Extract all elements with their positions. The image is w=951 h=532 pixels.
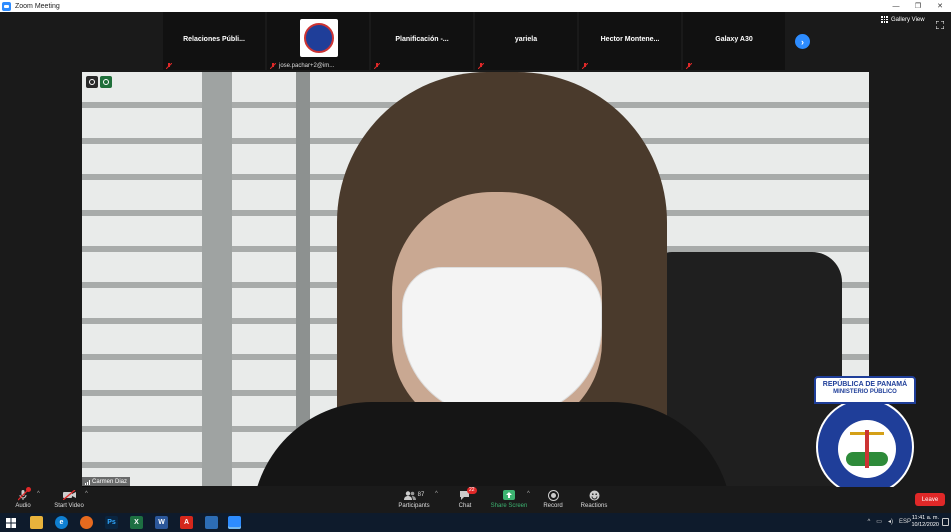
audio-button[interactable]: Audio <box>12 487 34 509</box>
participant-tile[interactable]: yariela <box>475 12 577 70</box>
close-button[interactable]: ✕ <box>929 0 951 12</box>
window-title: Zoom Meeting <box>15 2 60 10</box>
restore-button[interactable]: ❐ <box>907 0 929 12</box>
participants-icon: 87 <box>396 489 432 501</box>
zoom-icon[interactable] <box>228 516 241 529</box>
network-icon[interactable]: ▭ <box>876 518 882 525</box>
start-video-button[interactable]: Start Video <box>52 489 86 509</box>
language-indicator[interactable]: ESP <box>899 519 911 525</box>
photos-icon[interactable] <box>205 516 218 529</box>
participant-name: Hector Montene... <box>600 36 660 43</box>
participant-tile[interactable]: Galaxy A30 <box>683 12 785 70</box>
muted-mic-icon <box>12 487 34 501</box>
muted-mic-icon <box>166 63 172 69</box>
muted-mic-icon <box>270 63 276 69</box>
clock-time: 11:41 a. m. <box>911 515 939 521</box>
word-icon[interactable]: W <box>155 516 168 529</box>
institute-seal-logo: REPÚBLICA DE PANAMÁ MINISTERIO PÚBLICO <box>814 376 916 502</box>
participant-tile[interactable]: Planificación -... <box>371 12 473 70</box>
participants-count: 87 <box>417 492 425 498</box>
participants-options-chevron-icon[interactable]: ^ <box>435 491 438 497</box>
gallery-strip: Relaciones Públi... jose.pachar+2@im... … <box>0 12 951 70</box>
acrobat-icon[interactable]: A <box>180 516 193 529</box>
institute-logo-thumbnail <box>300 19 338 57</box>
encryption-shield-icon[interactable] <box>100 76 112 88</box>
participant-name: Galaxy A30 <box>715 36 753 43</box>
clock[interactable]: 11:41 a. m. 10/12/2020 <box>911 515 939 529</box>
minimize-button[interactable]: — <box>885 0 907 12</box>
volume-icon[interactable]: ◂) <box>888 518 893 525</box>
chevron-up-icon[interactable]: ^ <box>867 519 870 525</box>
seal-ministry-text: MINISTERIO PÚBLICO <box>833 389 897 395</box>
record-icon <box>540 489 566 501</box>
signal-bars-icon <box>85 479 90 485</box>
meeting-info-icon[interactable] <box>86 76 98 88</box>
grid-icon <box>881 16 888 23</box>
active-speaker-video <box>82 72 869 486</box>
participant-name: yariela <box>514 36 538 43</box>
speaker-name-label: Carmen Diaz <box>82 477 131 487</box>
excel-icon[interactable]: X <box>130 516 143 529</box>
participants-button[interactable]: 87 Participants <box>396 489 432 509</box>
participant-caption: jose.pachar+2@im... <box>279 63 335 69</box>
file-explorer-icon[interactable] <box>30 516 43 529</box>
leave-button[interactable]: Leave <box>915 493 945 506</box>
record-button[interactable]: Record <box>540 489 566 509</box>
photoshop-icon[interactable]: Ps <box>105 516 118 529</box>
title-bar: Zoom Meeting — ❐ ✕ <box>0 0 951 12</box>
zoom-meeting-window: Zoom Meeting — ❐ ✕ Relaciones Públi... j… <box>0 0 951 532</box>
muted-mic-icon <box>686 63 692 69</box>
next-page-button[interactable]: › <box>795 34 810 49</box>
meeting-toolbar: Audio ^ Start Video ^ 87 Participants ^ … <box>0 487 951 513</box>
video-off-icon <box>52 489 86 501</box>
participant-name: Planificación -... <box>395 36 449 43</box>
seal-country-text: REPÚBLICA DE PANAMÁ <box>822 381 908 388</box>
clock-date: 10/12/2020 <box>911 522 939 528</box>
fullscreen-icon[interactable] <box>935 16 945 30</box>
share-screen-icon <box>490 489 528 501</box>
share-screen-button[interactable]: Share Screen <box>490 489 528 509</box>
edge-icon[interactable]: e <box>55 516 68 529</box>
system-tray: ^ ▭ ◂) ESP <box>867 518 911 526</box>
windows-taskbar: e Ps X W A ^ ▭ ◂) ESP 11:41 a. m. 10/12/… <box>0 513 951 532</box>
muted-mic-icon <box>478 63 484 69</box>
smiley-icon <box>577 489 611 501</box>
audio-options-chevron-icon[interactable]: ^ <box>37 491 40 497</box>
gallery-view-label: Gallery View <box>891 16 925 23</box>
share-options-chevron-icon[interactable]: ^ <box>527 491 530 497</box>
chat-button[interactable]: 22 Chat <box>452 487 478 509</box>
zoom-logo-icon <box>2 1 11 11</box>
participant-tile[interactable]: Relaciones Públi... <box>163 12 265 70</box>
firefox-icon[interactable] <box>80 516 93 529</box>
muted-mic-icon <box>374 63 380 69</box>
video-options-chevron-icon[interactable]: ^ <box>85 491 88 497</box>
gallery-view-button[interactable]: Gallery View <box>881 16 925 23</box>
participant-tile[interactable]: Hector Montene... <box>579 12 681 70</box>
start-icon[interactable] <box>4 516 17 529</box>
chat-icon: 22 <box>452 487 478 501</box>
participant-name: Relaciones Públi... <box>183 36 245 43</box>
muted-mic-icon <box>582 63 588 69</box>
reactions-button[interactable]: Reactions <box>577 489 611 509</box>
participant-tile[interactable]: jose.pachar+2@im... <box>267 12 369 70</box>
chat-unread-badge: 22 <box>467 487 477 494</box>
notifications-icon[interactable] <box>942 518 949 526</box>
